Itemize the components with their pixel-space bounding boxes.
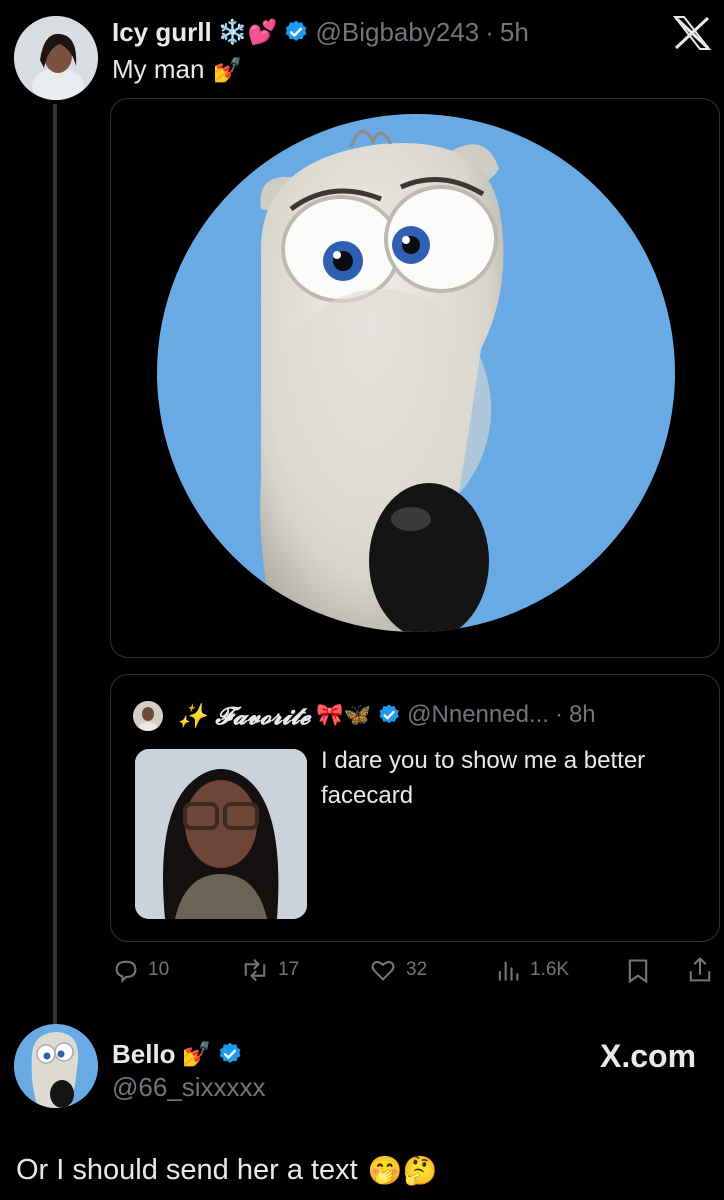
tweet-text-body: My man	[112, 54, 205, 84]
reply-avatar-image	[14, 1024, 98, 1108]
x-logo-icon[interactable]	[672, 14, 712, 52]
quoted-handle[interactable]: @Nnenned...	[407, 701, 549, 729]
tweet-header: Icy gurll ❄️💕 @Bigbaby243 · 5h	[112, 14, 529, 50]
like-count: 32	[406, 959, 428, 980]
quoted-tweet[interactable]: ✨ 𝓕𝓪𝓿𝓸𝓻𝓲𝓽𝓮 🎀🦋 @Nnenned... · 8h I dare yo…	[110, 674, 720, 942]
retweet-count: 17	[278, 959, 300, 980]
polar-bear-image	[157, 114, 675, 632]
retweet-icon	[244, 958, 266, 982]
verified-badge-icon	[220, 1042, 241, 1063]
author-avatar-image	[14, 16, 98, 100]
verified-badge-icon	[379, 704, 399, 724]
quoted-photo-image	[135, 749, 307, 919]
retweet-action[interactable]: 17	[240, 956, 299, 984]
views-action[interactable]: 1.6K	[494, 956, 569, 984]
like-action[interactable]: 32	[368, 956, 427, 984]
quoted-text: I dare you to show me a better facecard	[321, 747, 646, 809]
bookmark-icon[interactable]	[624, 957, 652, 985]
thread-line	[53, 104, 57, 1024]
share-icon[interactable]	[686, 955, 714, 985]
author-avatar[interactable]	[14, 16, 98, 100]
reply-author-avatar[interactable]	[14, 1024, 98, 1108]
quoted-display-name[interactable]: ✨ 𝓕𝓪𝓿𝓸𝓻𝓲𝓽𝓮	[177, 701, 310, 730]
tweet-text: My man 💅	[112, 54, 242, 85]
tweet-time[interactable]: 5h	[500, 17, 529, 48]
quoted-media[interactable]	[135, 749, 307, 919]
like-icon	[371, 961, 395, 981]
reply-count: 10	[148, 959, 170, 980]
reply-handle[interactable]: @66_sixxxxx	[112, 1072, 266, 1103]
reply-icon	[115, 960, 137, 984]
reply-name-emoji: 💅	[181, 1040, 212, 1068]
reply-action[interactable]: 10	[112, 956, 169, 984]
verified-badge-icon	[286, 20, 307, 41]
views-count: 1.6K	[530, 959, 570, 980]
reply-text-body: Or I should send her a text	[16, 1154, 358, 1186]
author-handle[interactable]: @Bigbaby243	[315, 17, 479, 48]
quoted-avatar-image	[133, 701, 163, 731]
reply-text: Or I should send her a text 🤭🤔	[16, 1154, 437, 1187]
tweet-text-emoji: 💅	[212, 55, 243, 84]
reply-text-emojis: 🤭🤔	[367, 1154, 438, 1187]
reply-source[interactable]: X.com	[600, 1038, 696, 1075]
reply-header: Bello 💅	[112, 1036, 243, 1072]
author-display-name[interactable]: Icy gurll	[112, 17, 212, 48]
author-name-emojis: ❄️💕	[217, 18, 278, 46]
quoted-name-emojis: 🎀🦋	[316, 702, 372, 728]
quoted-time[interactable]: 8h	[569, 701, 596, 729]
tweet-media[interactable]	[110, 98, 720, 658]
views-icon	[498, 961, 519, 981]
header-separator: ·	[485, 16, 494, 47]
reply-display-name[interactable]: Bello	[112, 1039, 176, 1070]
quoted-separator: ·	[554, 701, 563, 728]
quoted-author-avatar[interactable]	[133, 701, 163, 731]
quoted-header: ✨ 𝓕𝓪𝓿𝓸𝓻𝓲𝓽𝓮 🎀🦋 @Nnenned... · 8h	[177, 697, 596, 733]
